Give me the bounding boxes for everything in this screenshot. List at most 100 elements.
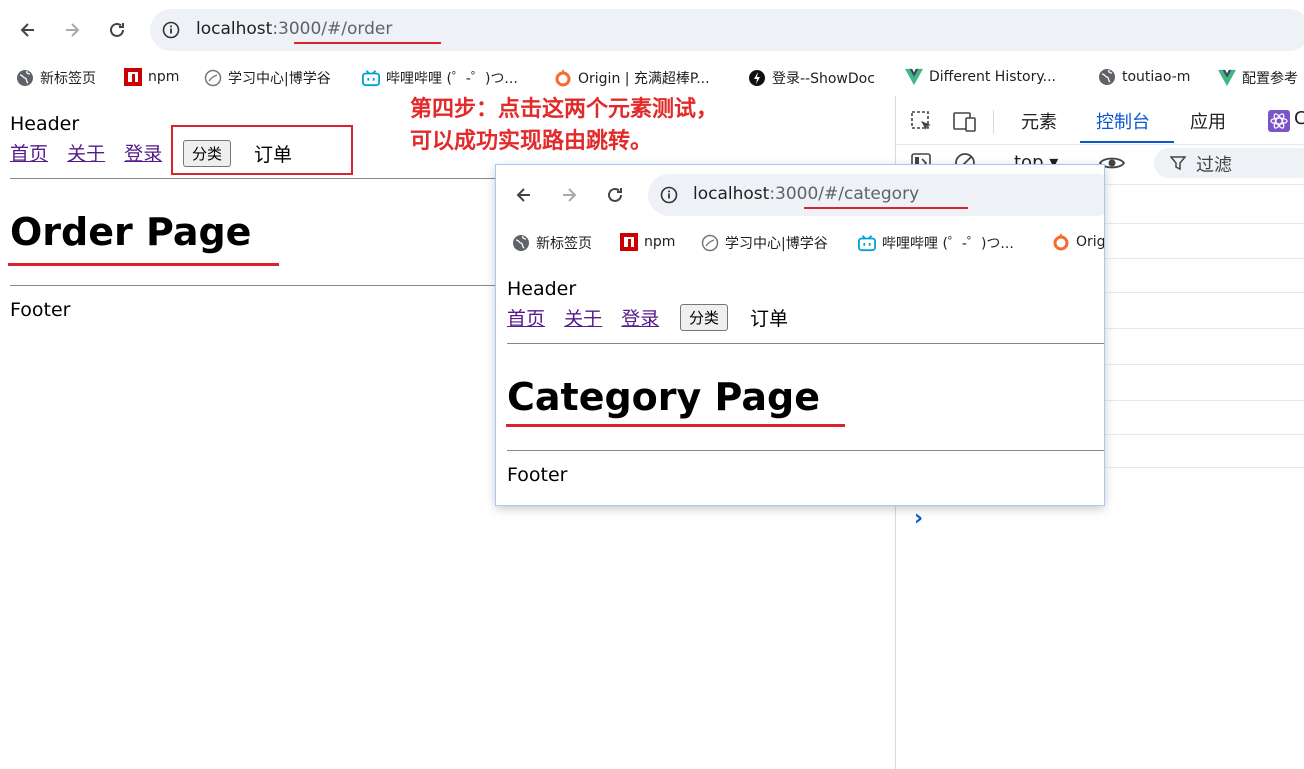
bookmark-item[interactable]: npm: [124, 68, 179, 86]
back-arrow-icon: [20, 23, 34, 37]
url-path: :3000/#/order: [272, 19, 393, 39]
bookmark-item[interactable]: npm: [620, 233, 675, 251]
title-underline-annotation: [8, 263, 279, 266]
header-divider: [507, 343, 1104, 344]
bookmark-item[interactable]: 登录--ShowDoc: [748, 68, 875, 88]
console-prompt-icon[interactable]: ›: [914, 506, 923, 531]
address-bar[interactable]: localhost:3000/#/order: [150, 9, 1304, 51]
device-toggle-icon[interactable]: [952, 110, 978, 134]
active-tab-indicator: [1080, 141, 1174, 143]
bookmark-label: 学习中心|博学谷: [725, 236, 828, 252]
nav-link-about[interactable]: 关于: [67, 143, 105, 165]
annotation-line-1: 第四步：点击这两个元素测试，: [410, 97, 719, 122]
order-link[interactable]: 订单: [750, 304, 788, 331]
bookmark-label: 新标签页: [536, 236, 592, 252]
bookmark-label: 新标签页: [40, 71, 96, 87]
reload-icon: [110, 22, 124, 37]
site-info-icon[interactable]: [162, 21, 180, 39]
tab-application[interactable]: 应用: [1190, 108, 1226, 134]
bookmark-item[interactable]: 哔哩哔哩 (゜-゜)つ...: [858, 233, 1014, 253]
back-arrow-icon: [516, 188, 530, 202]
site-info-icon[interactable]: [660, 186, 678, 204]
bookmark-label: npm: [644, 234, 676, 250]
page-header: Header: [507, 278, 577, 300]
bookmark-item[interactable]: 新标签页: [512, 233, 592, 253]
bookmark-label: Origin | 充满超棒P...: [578, 71, 710, 87]
filter-input[interactable]: 过滤: [1154, 148, 1304, 178]
annotation-text: 第四步：点击这两个元素测试， 可以成功实现路由跳转。: [410, 94, 718, 158]
vue-icon: [1218, 69, 1236, 87]
vue-icon: [905, 68, 923, 86]
back-button[interactable]: [12, 14, 44, 46]
url-underline-annotation: [804, 207, 968, 209]
url-host: localhost: [693, 184, 770, 204]
bookmark-label: Different History...: [929, 69, 1056, 85]
address-text: localhost:3000/#/order: [196, 19, 392, 39]
forward-button[interactable]: [553, 179, 585, 211]
devtools-divider: [896, 144, 1304, 145]
page-header: Header: [10, 113, 80, 135]
reload-button[interactable]: [599, 179, 631, 211]
nav-link-login[interactable]: 登录: [124, 143, 162, 165]
forward-button[interactable]: [56, 14, 88, 46]
reload-icon: [608, 187, 622, 202]
globe-icon: [1098, 68, 1116, 86]
globe-icon: [204, 69, 222, 87]
npm-icon: [620, 233, 638, 251]
bookmark-label: Orig: [1076, 234, 1104, 250]
globe-icon: [701, 234, 719, 252]
more-tabs-clip: C: [1294, 108, 1304, 129]
nav-link-login[interactable]: 登录: [621, 308, 659, 330]
bookmark-item[interactable]: Orig: [1052, 233, 1104, 251]
category-button[interactable]: 分类: [680, 304, 729, 331]
reload-button[interactable]: [101, 14, 133, 46]
bookmark-item[interactable]: 新标签页: [16, 68, 96, 88]
footer-divider: [10, 285, 500, 286]
nav-link-home[interactable]: 首页: [507, 308, 545, 330]
filter-icon: [1170, 156, 1186, 171]
origin-icon: [554, 69, 572, 87]
url-underline-annotation: [294, 42, 441, 44]
forward-arrow-icon: [563, 188, 577, 202]
showdoc-icon: [748, 69, 766, 87]
page-footer: Footer: [10, 299, 71, 321]
bilibili-icon: [858, 234, 876, 252]
bilibili-icon: [362, 69, 380, 87]
page-title: Category Page: [507, 375, 820, 419]
npm-icon: [124, 68, 142, 86]
bookmark-label: 配置参考: [1242, 71, 1298, 87]
footer-divider: [507, 450, 1104, 451]
url-path: :3000/#/category: [769, 184, 920, 204]
bookmark-item[interactable]: Origin | 充满超棒P...: [554, 68, 710, 88]
nav-link-home[interactable]: 首页: [10, 143, 48, 165]
nav-bar: 首页 关于 登录: [10, 139, 162, 166]
category-button[interactable]: 分类: [183, 140, 232, 167]
nav-bar: 首页 关于 登录: [507, 304, 659, 331]
globe-icon: [512, 234, 530, 252]
bookmark-label: 登录--ShowDoc: [772, 71, 875, 87]
bookmark-item[interactable]: Different History...: [905, 68, 1056, 86]
annotation-line-2: 可以成功实现路由跳转。: [410, 129, 653, 154]
bookmark-item[interactable]: 学习中心|博学谷: [204, 68, 331, 88]
url-host: localhost: [196, 19, 273, 39]
page-footer: Footer: [507, 464, 568, 486]
react-devtools-icon[interactable]: [1268, 110, 1290, 132]
address-bar[interactable]: localhost:3000/#/category: [648, 174, 1104, 216]
tab-console[interactable]: 控制台: [1096, 108, 1150, 134]
browser-toolbar: localhost:3000/#/order: [0, 0, 1304, 60]
bookmarks-bar: 新标签页 npm 学习中心|博学谷 哔哩哔哩 (゜-゜)つ... Origin …: [0, 60, 1304, 96]
bookmark-item[interactable]: 配置参考: [1218, 68, 1298, 88]
nav-link-about[interactable]: 关于: [564, 308, 602, 330]
back-button[interactable]: [508, 179, 540, 211]
globe-icon: [16, 69, 34, 87]
tab-elements[interactable]: 元素: [1021, 108, 1057, 134]
popup-browser-window: localhost:3000/#/category 新标签页 npm 学习中心|…: [496, 165, 1104, 505]
bookmark-label: npm: [148, 69, 180, 85]
bookmark-label: 学习中心|博学谷: [228, 71, 331, 87]
bookmark-item[interactable]: toutiao-m: [1098, 68, 1190, 86]
bookmark-label: 哔哩哔哩 (゜-゜)つ...: [386, 71, 518, 87]
bookmark-item[interactable]: 哔哩哔哩 (゜-゜)つ...: [362, 68, 518, 88]
order-link-active[interactable]: 订单: [254, 140, 292, 167]
inspect-element-icon[interactable]: [910, 110, 934, 134]
bookmark-item[interactable]: 学习中心|博学谷: [701, 233, 828, 253]
